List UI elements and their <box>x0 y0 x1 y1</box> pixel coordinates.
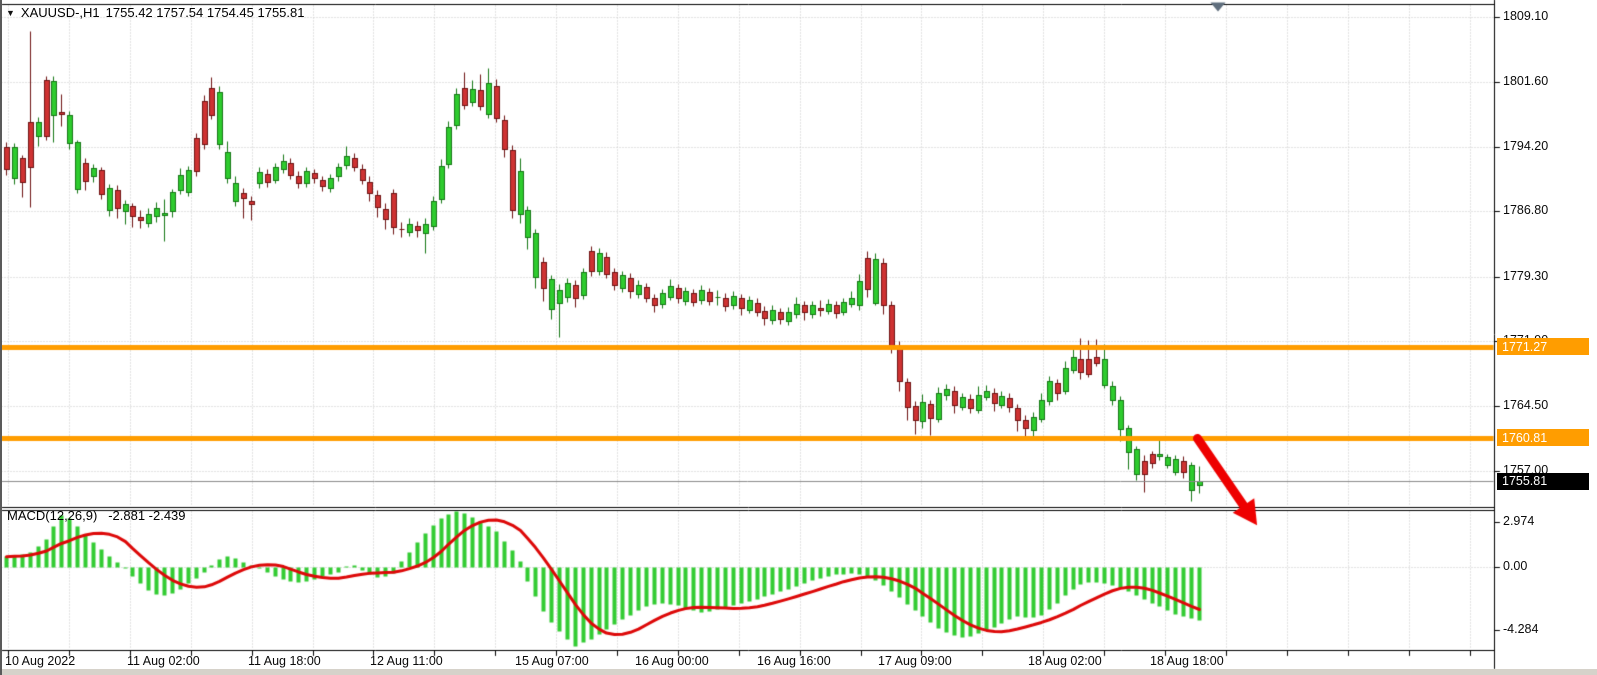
indicator-label: MACD(12,26,9) -2.881 -2.439 <box>7 508 186 523</box>
price-axis-label: 1786.80 <box>1503 203 1548 217</box>
trading-chart-window: ▼ XAUUSD-,H1 1755.42 1757.54 1754.45 175… <box>0 0 1597 675</box>
symbol-timeframe-label: XAUUSD-,H1 <box>21 5 100 20</box>
price-axis-label: 1801.60 <box>1503 74 1548 88</box>
indicator-axis-label: -4.284 <box>1503 622 1538 636</box>
time-axis-label: 11 Aug 18:00 <box>248 654 321 668</box>
window-bottom-edge <box>0 669 1597 675</box>
time-axis-label: 15 Aug 07:00 <box>515 654 589 668</box>
macd-values-label: -2.881 -2.439 <box>108 508 185 523</box>
time-axis-label: 18 Aug 02:00 <box>1028 654 1102 668</box>
chart-title: ▼ XAUUSD-,H1 1755.42 1757.54 1754.45 175… <box>6 5 304 20</box>
horizontal-level-line-1771[interactable] <box>0 344 1494 351</box>
last-price-badge: 1755.81 <box>1497 473 1589 490</box>
window-left-edge <box>0 0 2 675</box>
symbol-dropdown-icon[interactable]: ▼ <box>6 8 15 18</box>
time-axis-label: 16 Aug 16:00 <box>757 654 831 668</box>
price-axis-label: 1809.10 <box>1503 9 1548 23</box>
ohlc-values-label: 1755.42 1757.54 1754.45 1755.81 <box>106 5 305 20</box>
time-axis-label: 17 Aug 09:00 <box>878 654 952 668</box>
level-price-badge: 1771.27 <box>1497 338 1589 355</box>
time-axis-label: 16 Aug 00:00 <box>635 654 709 668</box>
time-axis-label: 18 Aug 18:00 <box>1150 654 1224 668</box>
price-axis-label: 1764.50 <box>1503 398 1548 412</box>
price-axis-label: 1794.20 <box>1503 139 1548 153</box>
level-price-badge: 1760.81 <box>1497 429 1589 446</box>
price-axis-label: 1779.30 <box>1503 269 1548 283</box>
time-axis-label: 12 Aug 11:00 <box>370 654 443 668</box>
chart-canvas[interactable] <box>0 0 1597 675</box>
indicator-axis-label: 2.974 <box>1503 514 1534 528</box>
indicator-axis-label: 0.00 <box>1503 559 1527 573</box>
time-axis-label: 11 Aug 02:00 <box>127 654 200 668</box>
down-arrow-annotation[interactable] <box>1190 430 1275 535</box>
macd-name-label: MACD(12,26,9) <box>7 508 97 523</box>
time-axis-label: 10 Aug 2022 <box>5 654 75 668</box>
